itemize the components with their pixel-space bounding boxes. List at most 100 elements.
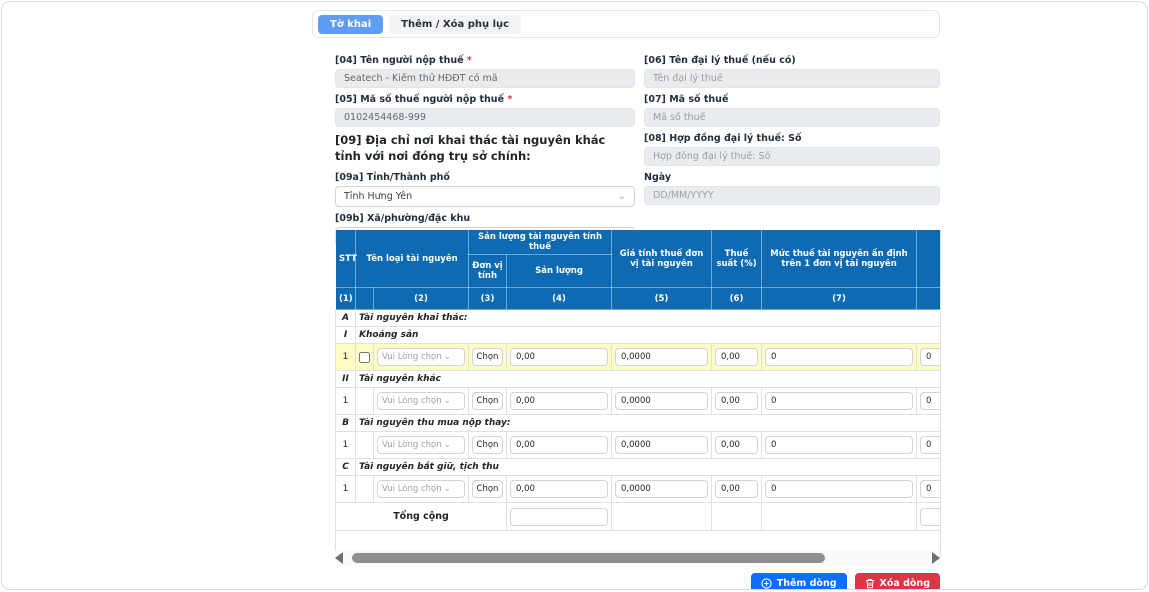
field-09b-label: [09b] Xã/phường/đặc khu bbox=[335, 213, 635, 224]
unit-price-input[interactable] bbox=[615, 392, 708, 410]
unit-choose-button[interactable]: Chọn bbox=[472, 392, 503, 410]
section-row-I: I Khoáng sản bbox=[336, 327, 942, 344]
col-number-1: (1) bbox=[336, 288, 356, 310]
unit-choose-button[interactable]: Chọn bbox=[472, 436, 503, 454]
unit-choose-button[interactable]: Chọn bbox=[472, 480, 503, 498]
agent-name-input[interactable] bbox=[644, 69, 940, 88]
tab-them-xoa-phu-luc[interactable]: Thêm / Xóa phụ lục bbox=[389, 15, 521, 34]
col-header-quantity: Sản lượng bbox=[507, 255, 612, 288]
unit-price-input[interactable] bbox=[615, 348, 708, 366]
chevron-down-icon: ⌄ bbox=[444, 352, 451, 362]
col-header-stt: STT bbox=[336, 230, 356, 288]
scroll-left-arrow-icon[interactable] bbox=[335, 552, 343, 564]
form-left-column: [04] Tên người nộp thuế * [05] Mã số thu… bbox=[335, 55, 635, 254]
data-row-bat-giu-1: 1 Vui Lòng chọn⌄ Chọn bbox=[336, 476, 942, 503]
col8-input[interactable] bbox=[920, 480, 941, 498]
quantity-input[interactable] bbox=[510, 392, 608, 410]
col-number-blank bbox=[356, 288, 374, 310]
fixed-tax-input[interactable] bbox=[765, 392, 913, 410]
col-number-8: (8) bbox=[917, 288, 941, 310]
col-number-2: (2) bbox=[374, 288, 469, 310]
fixed-tax-input[interactable] bbox=[765, 436, 913, 454]
col-number-6: (6) bbox=[712, 288, 762, 310]
field-08: [08] Hợp đồng đại lý thuế: Số bbox=[644, 133, 940, 166]
tax-rate-input[interactable] bbox=[715, 480, 758, 498]
tax-rate-input[interactable] bbox=[715, 392, 758, 410]
section-code: II bbox=[336, 371, 356, 388]
section-code: A bbox=[336, 310, 356, 327]
resource-type-select[interactable]: Vui Lòng chọn⌄ bbox=[377, 480, 465, 498]
unit-price-input[interactable] bbox=[615, 436, 708, 454]
quantity-input[interactable] bbox=[510, 480, 608, 498]
section-row-II: II Tài nguyên khác bbox=[336, 371, 942, 388]
field-05-label: [05] Mã số thuế người nộp thuế * bbox=[335, 94, 635, 105]
col-header-unit: Đơn vị tính bbox=[469, 255, 507, 288]
table-actions: Thêm dòng Xóa dòng bbox=[335, 573, 940, 590]
col8-input[interactable] bbox=[920, 348, 941, 366]
agent-contract-number-input[interactable] bbox=[644, 147, 940, 166]
chevron-down-icon: ⌄ bbox=[444, 396, 451, 406]
taxpayer-name-input[interactable] bbox=[335, 69, 635, 88]
province-select[interactable]: Tỉnh Hưng Yên ⌄ bbox=[335, 186, 635, 207]
tax-rate-input[interactable] bbox=[715, 436, 758, 454]
section-code: B bbox=[336, 415, 356, 432]
scrollbar-thumb[interactable] bbox=[352, 553, 825, 563]
required-star: * bbox=[467, 55, 472, 66]
chevron-down-icon: ⌄ bbox=[444, 484, 451, 494]
row-stt: 1 bbox=[336, 344, 356, 371]
trash-icon bbox=[865, 578, 875, 589]
section-title: Tài nguyên khác bbox=[356, 371, 942, 388]
section-row-C: C Tài nguyên bắt giữ, tịch thu bbox=[336, 459, 942, 476]
taxpayer-tax-code-input[interactable] bbox=[335, 108, 635, 127]
col-number-4: (4) bbox=[507, 288, 612, 310]
contract-date-input[interactable] bbox=[644, 186, 940, 205]
row-stt: 1 bbox=[336, 432, 356, 459]
section-title: Tài nguyên khai thác: bbox=[356, 310, 942, 327]
field-07-label: [07] Mã số thuế bbox=[644, 94, 940, 105]
horizontal-scrollbar bbox=[335, 550, 940, 566]
col-number-3: (3) bbox=[469, 288, 507, 310]
section-title: Tài nguyên bắt giữ, tịch thu bbox=[356, 459, 942, 476]
section-title: Khoáng sản bbox=[356, 327, 942, 344]
section-row-A: A Tài nguyên khai thác: bbox=[336, 310, 942, 327]
unit-choose-button[interactable]: Chọn bbox=[472, 348, 503, 366]
section-code: I bbox=[336, 327, 356, 344]
resource-type-select[interactable]: Vui Lòng chọn⌄ bbox=[377, 436, 465, 454]
data-row-tai-nguyen-khac-1: 1 Vui Lòng chọn⌄ Chọn bbox=[336, 388, 942, 415]
row-stt: 1 bbox=[336, 388, 356, 415]
quantity-input[interactable] bbox=[510, 348, 608, 366]
field-09-heading: [09] Địa chỉ nơi khai thác tài nguyên kh… bbox=[335, 133, 635, 164]
fixed-tax-input[interactable] bbox=[765, 480, 913, 498]
col-number-5: (5) bbox=[612, 288, 712, 310]
tab-to-khai[interactable]: Tờ khai bbox=[318, 15, 383, 34]
delete-row-button[interactable]: Xóa dòng bbox=[855, 573, 940, 590]
fixed-tax-input[interactable] bbox=[765, 348, 913, 366]
data-row-khoang-san-1: 1 Vui Lòng chọn⌄ Chọn bbox=[336, 344, 942, 371]
resource-type-select[interactable]: Vui Lòng chọn⌄ bbox=[377, 348, 465, 366]
agent-tax-code-input[interactable] bbox=[644, 108, 940, 127]
resource-type-select[interactable]: Vui Lòng chọn⌄ bbox=[377, 392, 465, 410]
field-06-label: [06] Tên đại lý thuế (nếu có) bbox=[644, 55, 940, 66]
data-row-thu-mua-1: 1 Vui Lòng chọn⌄ Chọn bbox=[336, 432, 942, 459]
add-row-button[interactable]: Thêm dòng bbox=[751, 573, 847, 590]
col8-input[interactable] bbox=[920, 436, 941, 454]
row-checkbox[interactable] bbox=[359, 352, 370, 363]
quantity-input[interactable] bbox=[510, 436, 608, 454]
total-row: Tổng cộng bbox=[336, 503, 942, 531]
circle-plus-icon bbox=[761, 578, 772, 589]
tax-rate-input[interactable] bbox=[715, 348, 758, 366]
total-quantity-input[interactable] bbox=[510, 508, 608, 526]
field-09a-label: [09a] Tỉnh/Thành phố bbox=[335, 172, 635, 183]
section-code: C bbox=[336, 459, 356, 476]
col-header-fixed-tax: Mức thuế tài nguyên ấn định trên 1 đơn v… bbox=[762, 230, 917, 288]
scroll-right-arrow-icon[interactable] bbox=[932, 552, 940, 564]
field-ngay: Ngày bbox=[644, 172, 940, 205]
resource-table-viewport: STT Tên loại tài nguyên Sản lượng tài ng… bbox=[335, 229, 941, 557]
form-right-column: [06] Tên đại lý thuế (nếu có) [07] Mã số… bbox=[644, 55, 940, 254]
col-number-7: (7) bbox=[762, 288, 917, 310]
col8-input[interactable] bbox=[920, 392, 941, 410]
col-header-quantity-group: Sản lượng tài nguyên tính thuế bbox=[469, 230, 612, 255]
unit-price-input[interactable] bbox=[615, 480, 708, 498]
total-col8-input[interactable] bbox=[920, 508, 941, 526]
tax-declaration-page: Tờ khai Thêm / Xóa phụ lục [04] Tên ngườ… bbox=[1, 1, 1148, 590]
